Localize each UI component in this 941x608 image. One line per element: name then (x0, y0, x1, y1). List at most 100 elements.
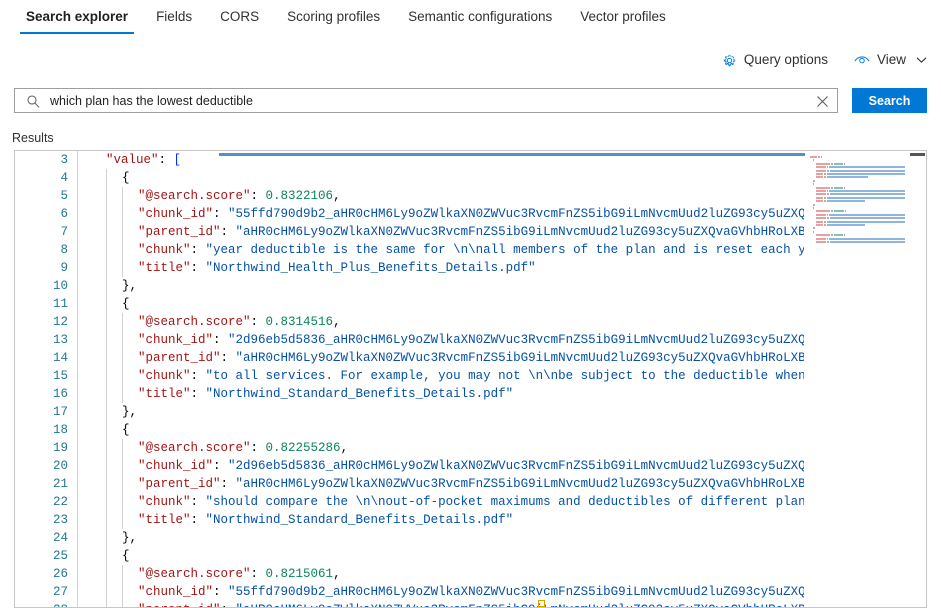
code-token: "chunk" (138, 243, 191, 257)
line-number: 4 (60, 171, 68, 185)
minimap-line (816, 210, 831, 213)
code-token: "value" (106, 153, 159, 167)
tab-fields[interactable]: Fields (142, 0, 206, 36)
minimap-line (829, 190, 905, 192)
code-token: "parent_id" (138, 477, 221, 491)
code-token: 0.82255286 (265, 441, 341, 455)
eye-icon (854, 54, 870, 67)
minimap-line (823, 220, 826, 223)
line-number: 12 (52, 315, 68, 329)
minimap-line (826, 200, 866, 203)
minimap-line (823, 173, 826, 175)
code-token: "aHR0cHM6Ly9oZWlkaXN0ZWVuc3RvcmFnZS5ibG9… (235, 225, 804, 239)
minimap-line (826, 176, 869, 179)
code-line: "chunk_id": "55ffd790d9b2_aHR0cHM6Ly9oZW… (90, 205, 804, 223)
view-button[interactable]: View (854, 52, 927, 68)
code-line: "parent_id": "aHR0cHM6Ly9oZWlkaXN0ZWVuc3… (90, 601, 804, 607)
minimap-line (827, 193, 830, 196)
minimap-line (820, 156, 822, 158)
code-line: "chunk": "should compare the \n\nout-of-… (90, 493, 804, 511)
code-line: "chunk": "year deductible is the same fo… (90, 241, 804, 259)
tab-search-explorer[interactable]: Search explorer (12, 0, 142, 36)
query-options-button[interactable]: Query options (722, 52, 828, 68)
minimap-line (816, 173, 823, 175)
minimap-line (816, 190, 826, 192)
code-token: "@search.score" (138, 441, 251, 455)
results-json-editor[interactable]: 3 4 5 6 7 8 9 10 11 12 13 14 15 16 17 18 19 20 21 22 23 24 25 2… (14, 150, 927, 608)
minimap-line (826, 237, 829, 240)
minimap-line (843, 186, 845, 189)
minimap-line (826, 213, 829, 216)
line-number: 27 (52, 585, 68, 599)
minimap-line (816, 213, 826, 216)
code-line: { (90, 169, 804, 187)
line-number: 15 (52, 369, 68, 383)
minimap-line (827, 169, 830, 172)
tab-cors[interactable]: CORS (206, 0, 273, 36)
line-number: 21 (52, 477, 68, 491)
code-token: : (250, 189, 266, 203)
tab-vector-profiles[interactable]: Vector profiles (566, 0, 680, 36)
code-line: "title": "Northwind_Health_Plus_Benefits… (90, 259, 804, 277)
line-number: 8 (60, 243, 68, 257)
indent-guide (122, 313, 123, 403)
code-token: : (250, 567, 266, 581)
line-number: 17 (52, 405, 68, 419)
tab-scoring-profiles[interactable]: Scoring profiles (273, 0, 394, 36)
search-button[interactable]: Search (852, 88, 927, 113)
minimap-line (826, 190, 829, 192)
code-token: : (158, 153, 174, 167)
search-box[interactable] (14, 88, 839, 114)
minimap-line (816, 237, 826, 240)
code-token: "Northwind_Standard_Benefits_Details.pdf… (205, 513, 514, 527)
line-number: 6 (60, 207, 68, 221)
minimap-line (816, 217, 827, 220)
minimap-line (816, 234, 831, 237)
code-line: { (90, 295, 804, 313)
code-token: }, (122, 279, 138, 293)
code-line: "@search.score": 0.82255286, (90, 439, 804, 457)
code-line: "parent_id": "aHR0cHM6Ly9oZWlkaXN0ZWVuc3… (90, 475, 804, 493)
minimap-line (816, 162, 831, 165)
search-input[interactable] (48, 90, 804, 111)
code-token: : (220, 225, 236, 239)
minimap-line (817, 156, 820, 158)
code-token: "chunk" (138, 495, 191, 509)
editor-minimap[interactable] (805, 152, 925, 607)
minimap-line (827, 217, 830, 220)
minimap-line (834, 234, 843, 237)
code-token: : (190, 243, 206, 257)
minimap-line (813, 179, 815, 182)
code-token: : (190, 387, 206, 401)
code-token: "@search.score" (138, 315, 251, 329)
minimap-line (826, 224, 866, 226)
minimap-line (831, 234, 834, 237)
code-token: 0.8322106 (265, 189, 334, 203)
code-token: "2d96eb5d5836_aHR0cHM6Ly9oZWlkaXN0ZWVuc3… (228, 459, 804, 473)
line-number-gutter: 3 4 5 6 7 8 9 10 11 12 13 14 15 16 17 18 19 20 21 22 23 24 25 2… (15, 151, 77, 607)
minimap-line (816, 196, 823, 199)
search-row: Search (14, 88, 927, 113)
minimap-line (823, 200, 826, 203)
tab-semantic-configurations[interactable]: Semantic configurations (394, 0, 566, 36)
minimap-line (830, 169, 905, 172)
close-icon[interactable] (813, 93, 831, 110)
code-token: , (340, 441, 349, 455)
code-token: : (213, 459, 229, 473)
minimap-line (834, 210, 844, 213)
code-token: "aHR0cHM6Ly9oZWlkaXN0ZWVuc3RvcmFnZS5ibG9… (236, 603, 804, 607)
code-token: : (213, 333, 229, 347)
minimap-line (844, 210, 846, 213)
minimap-line (816, 224, 823, 226)
code-area[interactable]: "value": [{"@search.score": 0.8322106, "c… (78, 151, 804, 607)
code-line: "chunk": "to all services. For example, … (90, 367, 804, 385)
tab-bar: Search explorer Fields CORS Scoring profile… (0, 0, 941, 39)
vertical-scrollbar[interactable] (909, 151, 926, 607)
minimap-line (843, 234, 845, 237)
minimap-line (816, 193, 827, 196)
indent-guide (122, 565, 123, 607)
scrollbar-thumb[interactable] (910, 153, 925, 156)
code-token: : (190, 369, 206, 383)
minimap-line (831, 186, 834, 189)
search-icon (26, 94, 41, 114)
